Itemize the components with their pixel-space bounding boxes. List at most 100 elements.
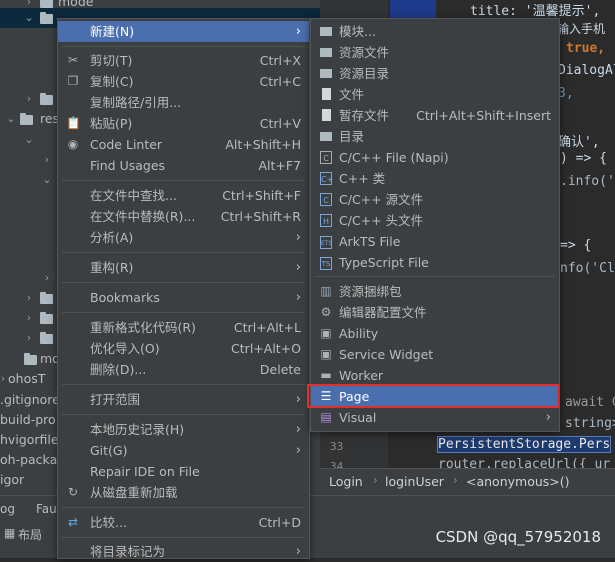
tree-row[interactable]: hvigorfile [0, 430, 60, 450]
linter-icon: ◉ [67, 137, 79, 151]
menu-item-shortcut: Ctrl+C [259, 74, 301, 89]
tree-row[interactable]: ⌄ [0, 8, 60, 28]
submenu-item-module[interactable]: 模块... [311, 21, 559, 42]
menu-item-find-usages[interactable]: Find Usages Alt+F7 [58, 155, 309, 176]
menu-item-delete[interactable]: 删除(D)... Delete [58, 359, 309, 380]
menu-item-compare[interactable]: ⇄ 比较... Ctrl+D [58, 512, 309, 533]
menu-item-git[interactable]: Git(G) › [58, 440, 309, 461]
tree-row[interactable]: › [0, 308, 60, 328]
menu-item-label: 删除(D)... [90, 362, 147, 377]
submenu-item-scratch-file[interactable]: 暂存文件 Ctrl+Alt+Shift+Insert [311, 105, 559, 126]
chevron-right-icon: › [295, 24, 301, 39]
submenu-item-cpp-header[interactable]: H C/C++ 头文件 [311, 210, 559, 231]
menu-item-open-in[interactable]: 打开范围 › [58, 389, 309, 410]
menu-item-cut[interactable]: ✂ 剪切(T) Ctrl+X [58, 50, 309, 71]
folder-icon [319, 129, 333, 143]
tree-row[interactable]: › [0, 328, 60, 348]
chevron-down-icon[interactable]: ⌄ [4, 109, 18, 129]
tree-row[interactable]: ⌄ [0, 130, 60, 150]
chevron-right-icon[interactable]: › [40, 268, 54, 288]
submenu-item-worker[interactable]: ▬ Worker [311, 365, 559, 386]
tree-row[interactable]: mo [0, 349, 60, 369]
menu-item-label: 重新格式化代码(R) [90, 320, 196, 335]
tree-row-label: igor [0, 472, 25, 487]
menu-item-replace-in-files[interactable]: 在文件中替换(R)... Ctrl+Shift+R [58, 206, 309, 227]
submenu-item-file[interactable]: 文件 [311, 84, 559, 105]
menu-item-copy-path[interactable]: 复制路径/引用... [58, 92, 309, 113]
menu-item-code-linter[interactable]: ◉ Code Linter Alt+Shift+H [58, 134, 309, 155]
submenu-item-ability[interactable]: ▣ Ability [311, 323, 559, 344]
menu-item-optimize-imports[interactable]: 优化导入(O) Ctrl+Alt+O [58, 338, 309, 359]
breadcrumb-item[interactable]: loginUser [385, 474, 444, 489]
chevron-down-icon[interactable]: ⌄ [22, 130, 36, 150]
submenu-item-editorconfig[interactable]: ⚙ 编辑器配置文件 [311, 302, 559, 323]
tree-row[interactable]: › [0, 268, 60, 288]
code-line: DialogAl [558, 63, 615, 78]
menu-item-local-history[interactable]: 本地历史记录(H) › [58, 419, 309, 440]
chevron-right-icon[interactable]: › [22, 328, 36, 348]
menu-item-mark-directory-as[interactable]: 将目录标记为 › [58, 541, 309, 562]
tool-tab[interactable]: og [0, 502, 15, 516]
tree-row[interactable]: ⌄ res [0, 109, 60, 129]
breadcrumb-item[interactable]: <anonymous>() [466, 474, 570, 489]
menu-item-label: Repair IDE on File [90, 464, 200, 479]
menu-item-new[interactable]: 新建(N) › [58, 21, 309, 42]
submenu-item-cpp-class[interactable]: C+ C++ 类 [311, 168, 559, 189]
tool-tab[interactable]: 布局 [18, 526, 42, 543]
submenu-item-service-widget[interactable]: ▣ Service Widget [311, 344, 559, 365]
chevron-right-icon: › [295, 392, 301, 407]
menu-item-bookmarks[interactable]: Bookmarks › [58, 287, 309, 308]
tree-row[interactable]: › [0, 150, 60, 170]
paste-icon: 📋 [66, 116, 81, 130]
submenu-item-cpp-source[interactable]: C C/C++ 源文件 [311, 189, 559, 210]
submenu-item-resource-file[interactable]: 资源文件 [311, 42, 559, 63]
menu-item-label: Bookmarks [90, 290, 160, 305]
chevron-right-icon[interactable]: › [40, 150, 54, 170]
submenu-item-typescript-file[interactable]: TS TypeScript File [311, 252, 559, 273]
copy-icon: ❐ [67, 74, 79, 88]
menu-item-reformat-code[interactable]: 重新格式化代码(R) Ctrl+Alt+L [58, 317, 309, 338]
chevron-right-icon[interactable]: › [22, 89, 36, 109]
code-line: nfo('Cl [560, 261, 615, 276]
menu-item-repair-ide[interactable]: Repair IDE on File [58, 461, 309, 482]
menu-item-reload-from-disk[interactable]: ↻ 从磁盘重新加载 [58, 482, 309, 503]
menu-item-copy[interactable]: ❐ 复制(C) Ctrl+C [58, 71, 309, 92]
tool-tab[interactable]: Fau [36, 502, 57, 516]
tree-row-label: ohosT [8, 371, 46, 386]
menu-item-paste[interactable]: 📋 粘贴(P) Ctrl+V [58, 113, 309, 134]
submenu-item-cpp-napi[interactable]: C C/C++ File (Napi) [311, 147, 559, 168]
breadcrumb-item[interactable]: Login [329, 474, 363, 489]
submenu-item-arkts-file[interactable]: ETS ArkTS File [311, 231, 559, 252]
submenu-item-directory[interactable]: 目录 [311, 126, 559, 147]
submenu-item-resource-bundle[interactable]: ▥ 资源捆绑包 [311, 281, 559, 302]
tree-row[interactable]: › [0, 89, 60, 109]
menu-item-refactor[interactable]: 重构(R) › [58, 257, 309, 278]
chevron-right-icon[interactable]: › [22, 288, 36, 308]
menu-item-label: Visual [339, 410, 377, 425]
chevron-down-icon[interactable]: ⌄ [22, 8, 36, 28]
tree-row[interactable]: build-pro [0, 410, 60, 430]
tree-row[interactable]: igor [0, 470, 60, 490]
menu-item-analyze[interactable]: 分析(A) › [58, 227, 309, 248]
chevron-down-icon[interactable]: ⌄ [40, 170, 54, 190]
code-line: 确认', [558, 135, 600, 150]
folder-icon [40, 332, 53, 344]
chevron-right-icon: › [295, 290, 301, 305]
code-line: true, [566, 41, 606, 56]
menu-item-label: 优化导入(O) [90, 341, 160, 356]
menu-item-label: TypeScript File [339, 255, 429, 270]
layout-icon[interactable]: ▦ [4, 526, 15, 540]
tree-row[interactable]: › ohosT [0, 369, 60, 389]
tree-row[interactable]: ⌄ [0, 170, 60, 190]
tree-row[interactable]: .gitignore [0, 390, 60, 410]
file-icon [319, 87, 333, 101]
tree-row[interactable]: › [0, 288, 60, 308]
folder-icon [40, 292, 53, 304]
chevron-right-icon[interactable]: › [22, 308, 36, 328]
tree-row[interactable]: oh-packa [0, 450, 60, 470]
submenu-item-resource-directory[interactable]: 资源目录 [311, 63, 559, 84]
menu-item-find-in-files[interactable]: 在文件中查找... Ctrl+Shift+F [58, 185, 309, 206]
submenu-item-visual[interactable]: ▤ Visual › [311, 407, 559, 428]
compare-icon: ⇄ [67, 515, 79, 529]
menu-item-shortcut: Ctrl+Shift+R [220, 209, 301, 224]
